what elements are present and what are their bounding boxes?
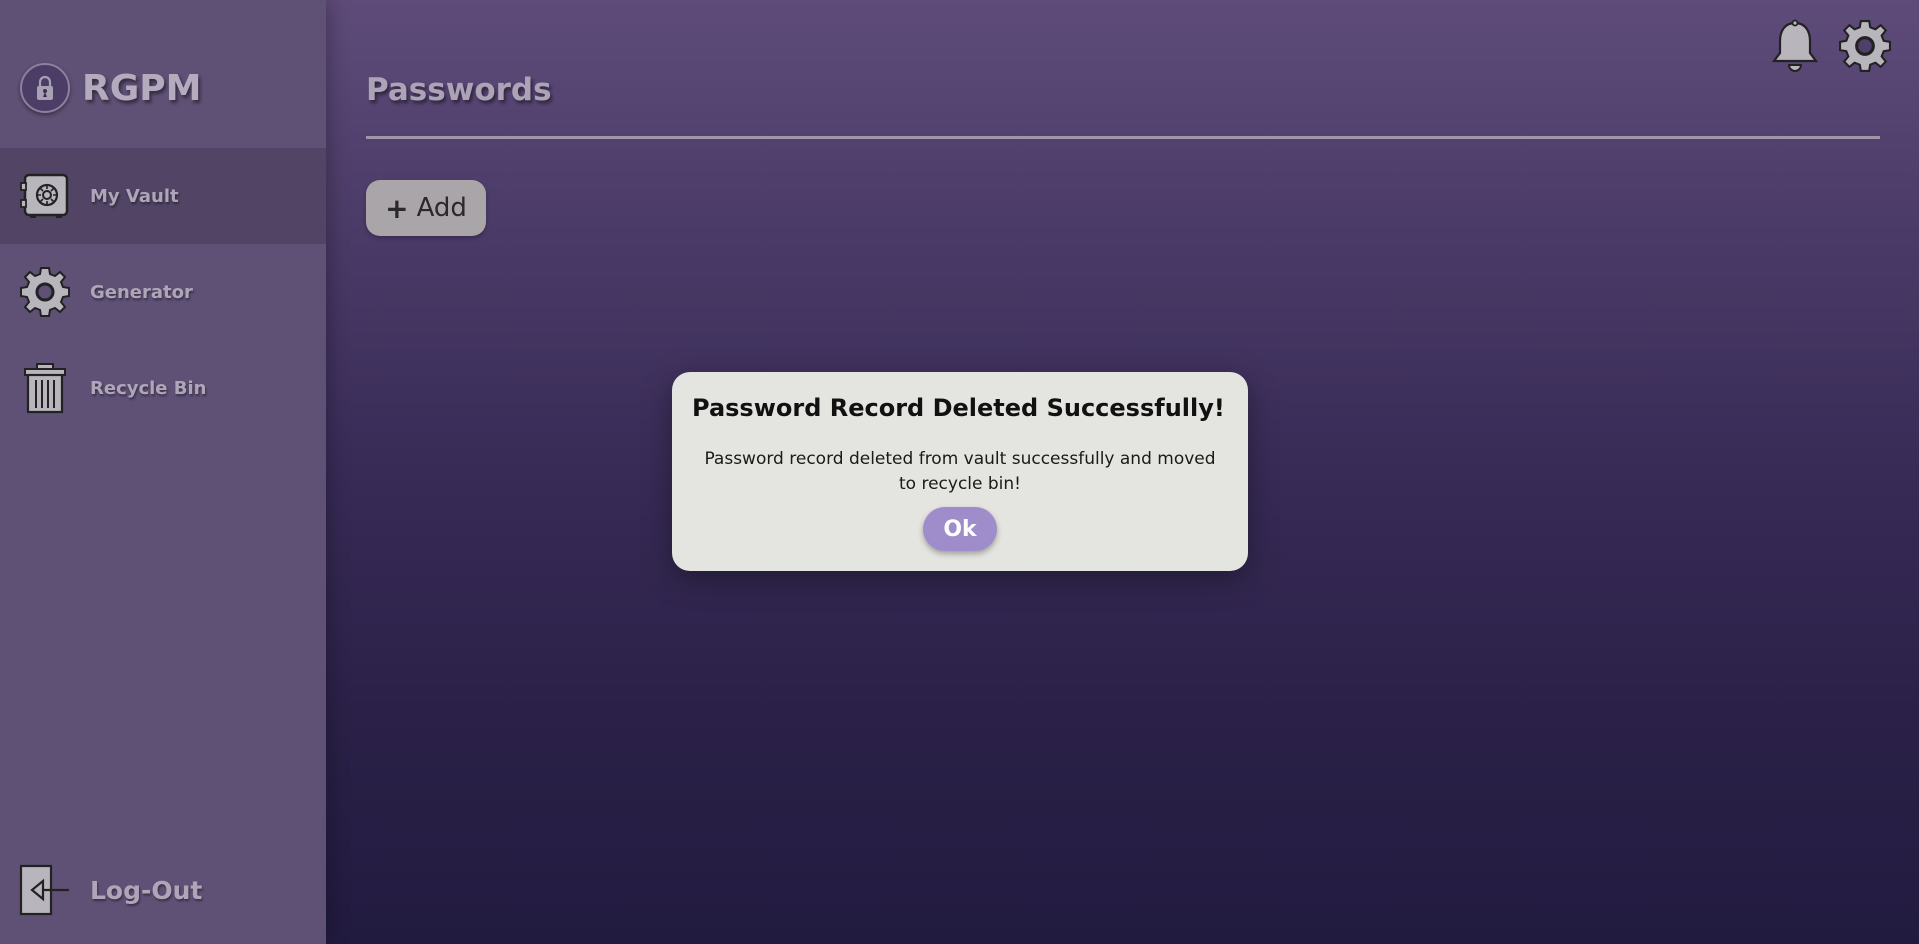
- brand-name: RGPM: [82, 67, 202, 109]
- title-divider: [366, 136, 1880, 139]
- sidebar-item-my-vault[interactable]: My Vault: [0, 148, 326, 244]
- sidebar-item-recycle-bin[interactable]: Recycle Bin: [0, 340, 326, 436]
- logout-label: Log-Out: [90, 875, 203, 905]
- ok-button[interactable]: Ok: [923, 507, 997, 551]
- settings-icon[interactable]: [1837, 18, 1893, 74]
- gear-icon: [19, 266, 71, 318]
- sidebar-item-label: My Vault: [90, 185, 179, 207]
- lock-logo-icon: [20, 63, 70, 113]
- add-label: Add: [416, 193, 467, 223]
- sidebar-item-label: Generator: [90, 281, 193, 303]
- safe-icon: [19, 170, 71, 222]
- plus-icon: +: [385, 191, 409, 225]
- sidebar: RGPM My Vault Generator Recycle Bin Log-…: [0, 0, 326, 944]
- success-dialog: Password Record Deleted Successfully! Pa…: [672, 372, 1248, 571]
- sidebar-item-label: Recycle Bin: [90, 377, 207, 399]
- page-title: Passwords: [366, 72, 552, 108]
- logout-button[interactable]: Log-Out: [0, 858, 326, 922]
- trash-icon: [19, 362, 71, 414]
- header-actions: [1767, 18, 1893, 74]
- bell-icon[interactable]: [1767, 18, 1823, 74]
- logout-icon: [19, 864, 71, 916]
- dialog-title: Password Record Deleted Successfully!: [692, 394, 1225, 422]
- dialog-message: Password record deleted from vault succe…: [704, 449, 1216, 494]
- brand: RGPM: [20, 62, 201, 114]
- add-password-button[interactable]: + Add: [366, 180, 486, 236]
- sidebar-item-generator[interactable]: Generator: [0, 244, 326, 340]
